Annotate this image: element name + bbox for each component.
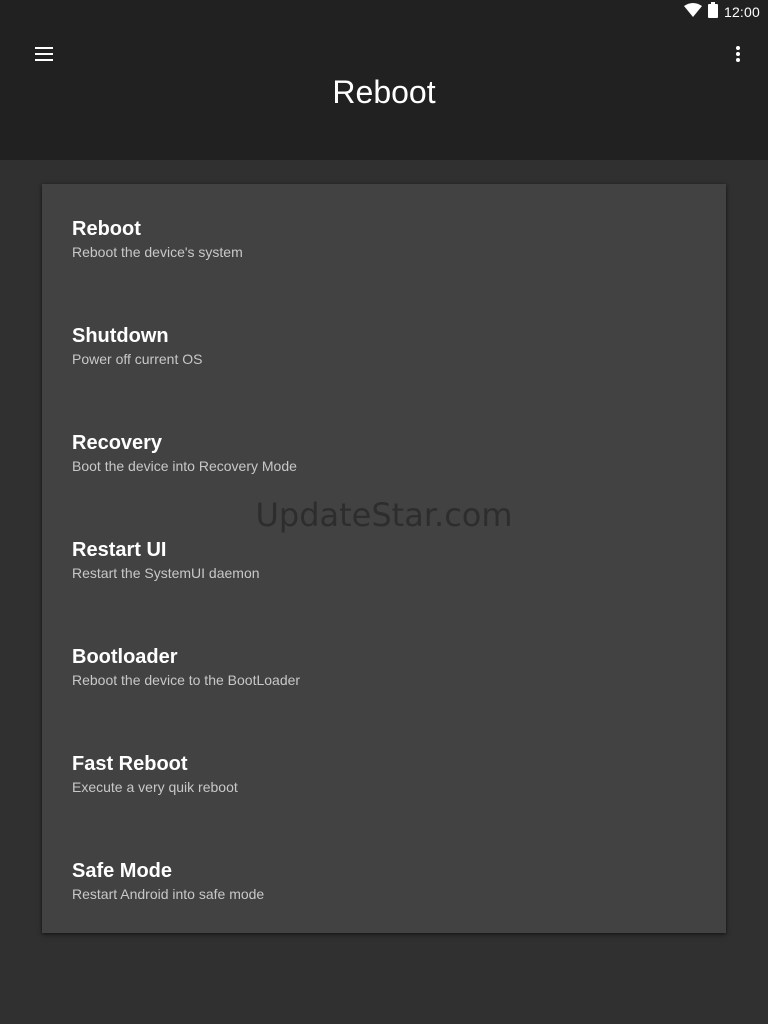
status-icons: 12:00 [683, 1, 760, 23]
option-title: Bootloader [72, 646, 178, 668]
status-bar: 12:00 [0, 0, 768, 24]
option-reboot[interactable]: Reboot Reboot the device's system [42, 184, 726, 291]
option-description: Execute a very quik reboot [72, 779, 238, 795]
more-vert-icon [736, 45, 740, 67]
option-restart-ui[interactable]: Restart UI Restart the SystemUI daemon [42, 505, 726, 612]
options-card: Reboot Reboot the device's system Shutdo… [42, 184, 726, 933]
option-bootloader[interactable]: Bootloader Reboot the device to the Boot… [42, 612, 726, 719]
option-title: Shutdown [72, 325, 169, 347]
option-safe-mode[interactable]: Safe Mode Restart Android into safe mode [42, 826, 726, 933]
option-description: Restart the SystemUI daemon [72, 565, 260, 581]
option-description: Restart Android into safe mode [72, 886, 265, 902]
hamburger-menu-icon [35, 46, 53, 66]
app-bar: Reboot [0, 24, 768, 160]
wifi-icon [683, 2, 702, 22]
option-description: Boot the device into Recovery Mode [72, 458, 297, 474]
page-title: Reboot [332, 74, 436, 110]
option-title: Restart UI [72, 539, 167, 561]
option-recovery[interactable]: Recovery Boot the device into Recovery M… [42, 398, 726, 505]
option-title: Fast Reboot [72, 753, 188, 775]
option-title: Recovery [72, 432, 163, 454]
option-title: Safe Mode [72, 860, 173, 882]
option-title: Reboot [72, 218, 141, 240]
option-fast-reboot[interactable]: Fast Reboot Execute a very quik reboot [42, 719, 726, 826]
status-time: 12:00 [723, 4, 760, 20]
option-description: Reboot the device's system [72, 244, 243, 260]
battery-icon [707, 1, 718, 23]
option-shutdown[interactable]: Shutdown Power off current OS [42, 291, 726, 398]
option-description: Reboot the device to the BootLoader [72, 672, 301, 688]
option-description: Power off current OS [72, 351, 203, 367]
overflow-menu-button[interactable] [718, 34, 758, 78]
